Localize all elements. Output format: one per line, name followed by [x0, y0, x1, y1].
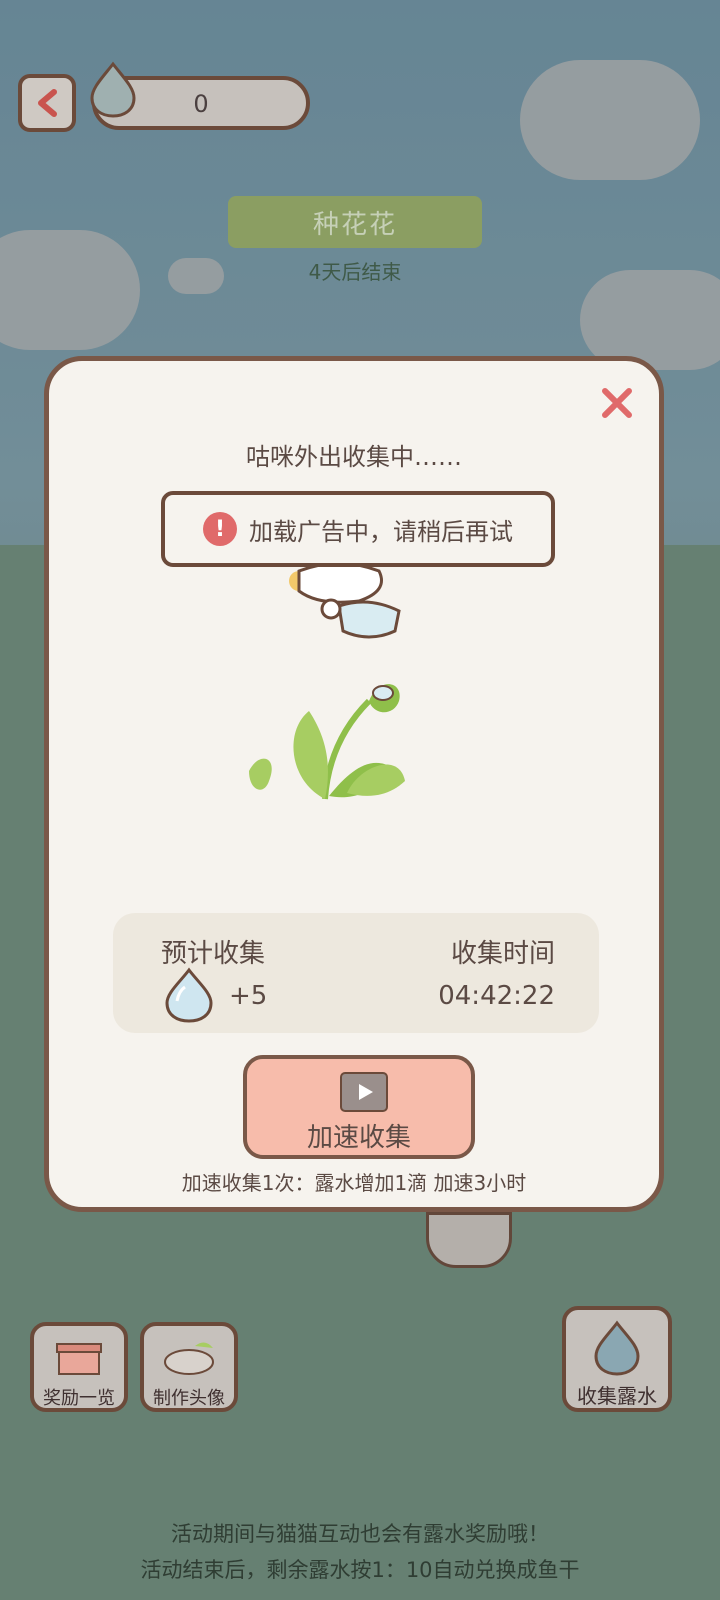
cat-carrying-bowl-illustration: [289, 562, 401, 639]
event-note-line2: 活动结束后，剩余露水按1：10自动兑换成鱼干: [140, 1558, 580, 1582]
speed-up-label: 加速收集: [306, 1123, 411, 1153]
collection-info-panel: 预计收集 收集时间 +5 04:42:22: [113, 913, 599, 1033]
video-ad-icon: [340, 1072, 388, 1112]
rewards-overview-button[interactable]: 奖励一览: [30, 1322, 128, 1412]
collect-dew-button[interactable]: 收集露水: [562, 1306, 672, 1412]
dew-count: 0: [193, 90, 209, 118]
make-avatar-button[interactable]: 制作头像: [140, 1322, 238, 1412]
event-note-line1: 活动期间与猫猫互动也会有露水奖励哦！: [171, 1522, 549, 1546]
event-countdown: 4天后结束: [308, 260, 402, 284]
gift-box-icon: [56, 1343, 102, 1375]
collect-modal: 咕咪外出收集中…… ! 加载广告中，请稍后再试 预计收集 收集时间 +5 04:…: [44, 356, 664, 1212]
speed-up-collect-button[interactable]: 加速收集: [243, 1055, 475, 1159]
collect-time-value: 04:42:22: [438, 981, 555, 1011]
speed-up-note: 加速收集1次：露水增加1滴 加速3小时: [181, 1171, 527, 1195]
collect-time-label: 收集时间: [450, 939, 555, 969]
close-icon[interactable]: [597, 383, 637, 423]
rewards-overview-label: 奖励一览: [43, 1388, 115, 1409]
back-button[interactable]: [18, 74, 76, 132]
expected-collect-label: 预计收集: [161, 939, 266, 969]
event-title: 种花花: [228, 196, 482, 248]
sprout-illustration: [249, 684, 405, 800]
warning-icon: !: [203, 512, 237, 546]
dew-drop-icon: [594, 1320, 640, 1376]
toast-message: 加载广告中，请稍后再试: [249, 517, 513, 546]
loading-ad-toast: ! 加载广告中，请稍后再试: [161, 491, 555, 567]
expected-collect-value: +5: [229, 981, 268, 1011]
cat-avatar-icon: [164, 1342, 214, 1375]
chevron-left-icon: [38, 89, 57, 117]
dew-drop-icon: [165, 967, 213, 1023]
modal-heading: 咕咪外出收集中……: [246, 443, 462, 471]
collect-dew-label: 收集露水: [577, 1384, 657, 1408]
dew-counter: 0: [90, 61, 310, 130]
make-avatar-label: 制作头像: [153, 1388, 225, 1409]
